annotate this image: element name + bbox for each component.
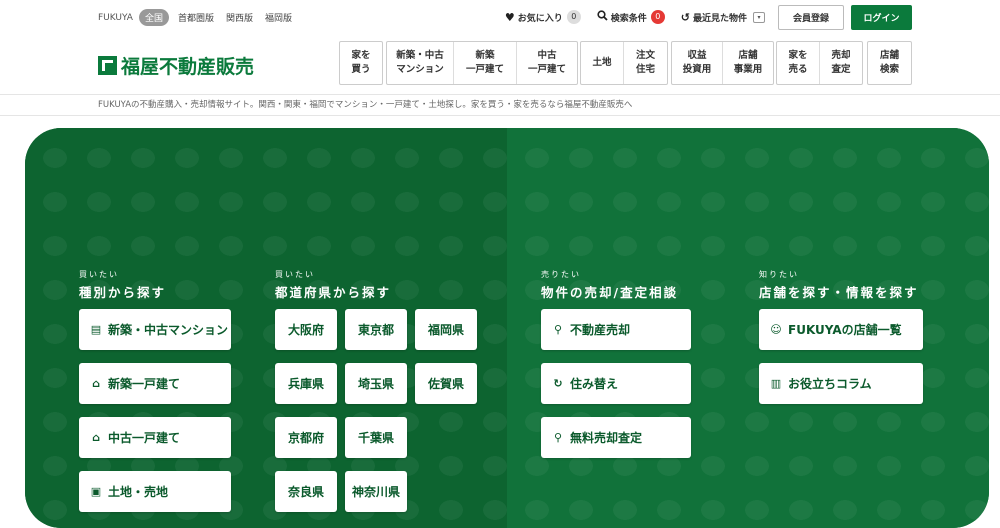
type-card-label: 新築一戸建て [108, 377, 181, 391]
know-heading: 店舗を探す・情報を探す [759, 285, 919, 300]
pref-kyoto[interactable]: 京都府 [275, 417, 337, 458]
sell-card-real-estate[interactable]: ⚲ 不動産売却 [541, 309, 691, 350]
house-sparkle-icon: ⌂ [92, 377, 100, 390]
refresh-icon: ↻ [553, 377, 563, 390]
search-conditions-count-badge: 0 [650, 10, 665, 24]
nav-group-types: 新築・中古 マンション 新築 一戸建て 中古 一戸建て [386, 41, 578, 85]
know-card-stores[interactable]: ☺ FUKUYAの店舗一覧 [759, 309, 923, 350]
pref-chiba[interactable]: 千葉県 [345, 417, 407, 458]
nav-appraisal[interactable]: 売却 査定 [820, 42, 862, 84]
type-heading: 種別から探す [79, 285, 167, 300]
know-card-column[interactable]: ▥ お役立ちコラム [759, 363, 923, 404]
nav-store-search[interactable]: 店舗 検索 [868, 42, 911, 84]
pref-nara[interactable]: 奈良県 [275, 471, 337, 512]
sell-heading: 物件の売却/査定相談 [541, 285, 679, 300]
chevron-down-icon[interactable]: ▾ [753, 11, 765, 23]
nav-investment[interactable]: 収益 投資用 [672, 42, 723, 84]
region-link-fukuoka[interactable]: 福岡版 [265, 11, 292, 24]
hero-panel: 買いたい 種別から探す ▤ 新築・中古マンション ⌂ 新築一戸建て ⌂ 中古一戸… [25, 128, 989, 528]
global-nav: 家を 買う 新築・中古 マンション 新築 一戸建て 中古 一戸建て 土地 注文 … [0, 41, 1000, 85]
sell-card-relocation[interactable]: ↻ 住み替え [541, 363, 691, 404]
house-icon: ⌂ [92, 431, 100, 444]
region-link-kansai[interactable]: 関西版 [226, 11, 253, 24]
type-small-label: 買いたい [79, 270, 119, 279]
search-conditions-label: 検索条件 [610, 13, 647, 24]
document-icon: ▥ [770, 377, 782, 390]
sell-card-label: 住み替え [570, 377, 619, 391]
prefecture-heading: 都道府県から探す [275, 285, 392, 300]
nav-sell-home[interactable]: 家を 売る [777, 42, 820, 84]
region-brand: FUKUYA [98, 12, 133, 23]
region-selector: FUKUYA 全国 首都圏版 関西版 福岡版 [98, 9, 304, 26]
type-column: 買いたい 種別から探す ▤ 新築・中古マンション ⌂ 新築一戸建て ⌂ 中古一戸… [79, 269, 231, 525]
top-bar: FUKUYA 全国 首都圏版 関西版 福岡版 ♥ お気に入り 0 検索条件 0 … [0, 0, 1000, 36]
register-button[interactable]: 会員登録 [778, 5, 844, 30]
sell-small-label: 売りたい [541, 270, 581, 279]
heart-icon: ♥ [504, 10, 515, 24]
nav-group-store: 店舗 検索 [867, 41, 912, 85]
sell-card-label: 不動産売却 [570, 323, 631, 337]
region-link-shuto[interactable]: 首都圏版 [178, 11, 214, 24]
pref-fukuoka[interactable]: 福岡県 [415, 309, 477, 350]
nav-buy-home[interactable]: 家を 買う [340, 42, 382, 84]
sell-card-free-appraisal[interactable]: ⚲ 無料売却査定 [541, 417, 691, 458]
pref-hyogo[interactable]: 兵庫県 [275, 363, 337, 404]
prefecture-grid: 大阪府 東京都 福岡県 兵庫県 埼玉県 佐賀県 京都府 千葉県 奈良県 神奈川県 [275, 309, 485, 512]
type-card-label: 新築・中古マンション [108, 323, 229, 337]
know-small-label: 知りたい [759, 270, 799, 279]
type-card-used-house[interactable]: ⌂ 中古一戸建て [79, 417, 231, 458]
sell-card-label: 無料売却査定 [570, 431, 643, 445]
magnifier-house-icon: ⚲ [553, 323, 563, 336]
know-card-label: FUKUYAの店舗一覧 [788, 323, 902, 337]
region-active-pill[interactable]: 全国 [138, 9, 169, 26]
building-icon: ▤ [90, 323, 102, 336]
pref-kanagawa[interactable]: 神奈川県 [345, 471, 407, 512]
nav-new-house[interactable]: 新築 一戸建て [454, 42, 517, 84]
utility-links: ♥ お気に入り 0 検索条件 0 ↺ 最近見た物件 ▾ [489, 10, 765, 24]
nav-custom-home[interactable]: 注文 住宅 [624, 42, 667, 84]
type-card-label: 土地・売地 [108, 485, 169, 499]
login-button[interactable]: ログイン [851, 5, 912, 30]
nav-mansion[interactable]: 新築・中古 マンション [387, 42, 454, 84]
pref-saga[interactable]: 佐賀県 [415, 363, 477, 404]
nav-group-buy: 家を 買う [339, 41, 383, 85]
nav-store-business[interactable]: 店舗 事業用 [723, 42, 773, 84]
favorites-count-badge: 0 [566, 10, 581, 24]
favorites-label: お気に入り [517, 13, 563, 24]
nav-group-sell: 家を 売る 売却 査定 [776, 41, 863, 85]
search-icon [597, 10, 608, 24]
nav-group-land: 土地 注文 住宅 [580, 41, 668, 85]
pref-osaka[interactable]: 大阪府 [275, 309, 337, 350]
nav-land[interactable]: 土地 [581, 42, 624, 84]
prefecture-small-label: 買いたい [275, 270, 315, 279]
magnifier-house-icon: ⚲ [553, 431, 563, 444]
pref-saitama[interactable]: 埼玉県 [345, 363, 407, 404]
type-card-mansion[interactable]: ▤ 新築・中古マンション [79, 309, 231, 350]
type-card-land[interactable]: ▣ 土地・売地 [79, 471, 231, 512]
type-card-label: 中古一戸建て [108, 431, 181, 445]
nav-group-business: 収益 投資用 店舗 事業用 [671, 41, 774, 85]
pref-tokyo[interactable]: 東京都 [345, 309, 407, 350]
history-icon: ↺ [680, 10, 690, 24]
land-icon: ▣ [90, 485, 102, 498]
search-conditions-link[interactable]: 検索条件 0 [597, 10, 665, 24]
nav-used-house[interactable]: 中古 一戸建て [517, 42, 577, 84]
sell-column: 売りたい 物件の売却/査定相談 ⚲ 不動産売却 ↻ 住み替え ⚲ 無料売却査定 [541, 269, 691, 471]
person-icon: ☺ [770, 323, 782, 336]
type-card-new-house[interactable]: ⌂ 新築一戸建て [79, 363, 231, 404]
prefecture-column: 買いたい 都道府県から探す 大阪府 東京都 福岡県 兵庫県 埼玉県 佐賀県 京都… [275, 269, 485, 512]
favorites-link[interactable]: ♥ お気に入り 0 [505, 10, 581, 24]
know-column: 知りたい 店舗を探す・情報を探す ☺ FUKUYAの店舗一覧 ▥ お役立ちコラム [759, 269, 923, 417]
recent-viewed-link[interactable]: ↺ 最近見た物件 ▾ [681, 11, 765, 24]
site-description: FUKUYAの不動産購入・売却情報サイト。関西・関東・福岡でマンション・一戸建て… [0, 94, 1000, 116]
know-card-label: お役立ちコラム [788, 377, 872, 391]
recent-viewed-label: 最近見た物件 [692, 13, 747, 24]
